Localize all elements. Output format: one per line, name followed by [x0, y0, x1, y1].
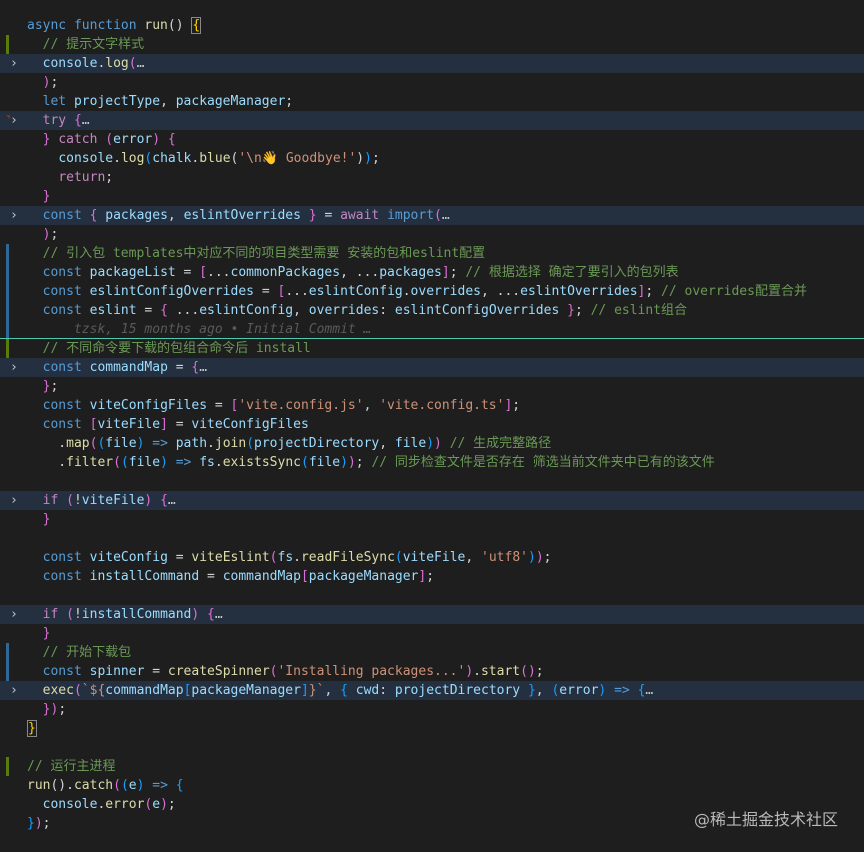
- code-line[interactable]: [0, 738, 864, 757]
- chevron-right-icon[interactable]: ›: [10, 605, 18, 624]
- code-line[interactable]: [0, 472, 864, 491]
- code-line-folded[interactable]: › const commandMap = {…: [0, 358, 864, 377]
- code-line[interactable]: const viteConfigFiles = ['vite.config.js…: [0, 396, 864, 415]
- code-line[interactable]: const packageList = [...commonPackages, …: [0, 263, 864, 282]
- chevron-right-icon[interactable]: ›: [10, 206, 18, 225]
- code-line-folded[interactable]: › exec(`${commandMap[packageManager]}`, …: [0, 681, 864, 700]
- code-line[interactable]: // 运行主进程: [0, 757, 864, 776]
- code-line[interactable]: });: [0, 700, 864, 719]
- code-line[interactable]: // 提示文字样式: [0, 35, 864, 54]
- code-line-folded[interactable]: › if (!installCommand) {…: [0, 605, 864, 624]
- code-line[interactable]: const viteConfig = viteEslint(fs.readFil…: [0, 548, 864, 567]
- chevron-right-icon[interactable]: ›: [10, 111, 18, 130]
- code-line[interactable]: }: [0, 510, 864, 529]
- code-line[interactable]: .filter((file) => fs.existsSync(file)); …: [0, 453, 864, 472]
- code-line[interactable]: [0, 586, 864, 605]
- chevron-right-icon[interactable]: ›: [10, 491, 18, 510]
- code-line[interactable]: const eslintConfigOverrides = [...eslint…: [0, 282, 864, 301]
- chevron-right-icon[interactable]: ›: [10, 681, 18, 700]
- code-line[interactable]: };: [0, 377, 864, 396]
- code-line[interactable]: [0, 529, 864, 548]
- code-line[interactable]: const [viteFile] = viteConfigFiles: [0, 415, 864, 434]
- git-added-marker: [6, 35, 9, 54]
- code-line-folded[interactable]: › console.log(…: [0, 54, 864, 73]
- chevron-right-icon[interactable]: ›: [10, 358, 18, 377]
- code-line[interactable]: // 不同命令要下载的包组合命令后 install: [0, 339, 864, 358]
- code-line[interactable]: }: [0, 719, 864, 738]
- code-line[interactable]: const spinner = createSpinner('Installin…: [0, 662, 864, 681]
- code-editor[interactable]: async function run() { // 提示文字样式 › conso…: [0, 0, 864, 852]
- code-line[interactable]: );: [0, 73, 864, 92]
- code-line[interactable]: const eslint = { ...eslintConfig, overri…: [0, 301, 864, 320]
- code-line[interactable]: return;: [0, 168, 864, 187]
- code-line[interactable]: const installCommand = commandMap[packag…: [0, 567, 864, 586]
- code-line[interactable]: run().catch((e) => {: [0, 776, 864, 795]
- code-line-folded[interactable]: › if (!viteFile) {…: [0, 491, 864, 510]
- chevron-right-icon[interactable]: ›: [10, 54, 18, 73]
- code-line[interactable]: }: [0, 624, 864, 643]
- git-modified-marker: [6, 244, 9, 263]
- git-blame-annotation: tzsk, 15 months ago • Initial Commit …: [0, 320, 864, 339]
- code-line-folded[interactable]: › const { packages, eslintOverrides } = …: [0, 206, 864, 225]
- code-line[interactable]: console.log(chalk.blue('\n👋 Goodbye!'));: [0, 149, 864, 168]
- code-line[interactable]: } catch (error) {: [0, 130, 864, 149]
- code-line[interactable]: // 引入包 templates中对应不同的项目类型需要 安装的包和eslint…: [0, 244, 864, 263]
- code-line[interactable]: async function run() {: [0, 16, 864, 35]
- code-line[interactable]: );: [0, 225, 864, 244]
- code-line[interactable]: .map((file) => path.join(projectDirector…: [0, 434, 864, 453]
- code-line-folded[interactable]: › try {…: [0, 111, 864, 130]
- watermark: @稀土掘金技术社区: [693, 810, 838, 829]
- code-line[interactable]: let projectType, packageManager;: [0, 92, 864, 111]
- code-line[interactable]: }: [0, 187, 864, 206]
- code-line[interactable]: // 开始下载包: [0, 643, 864, 662]
